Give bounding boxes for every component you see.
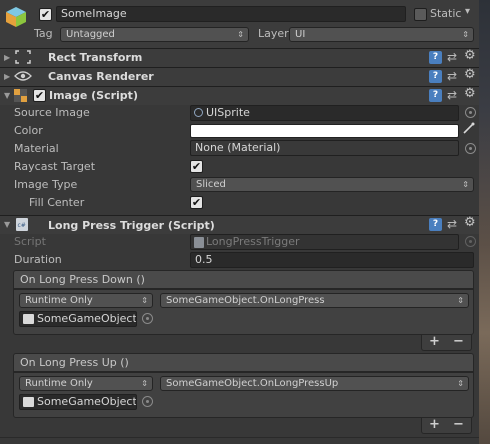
gear-icon[interactable]: ⚙: [464, 87, 476, 101]
runtime-mode-dropdown[interactable]: Runtime Only ⇕: [19, 376, 153, 391]
script-value: LongPressTrigger: [206, 235, 300, 248]
duration-label: Duration: [14, 253, 62, 266]
preset-icon[interactable]: ⇄: [447, 50, 457, 64]
image-type-value: Sliced: [196, 179, 226, 190]
gameobject-icon: [23, 314, 34, 324]
static-dropdown-icon[interactable]: ▾: [465, 6, 470, 17]
popup-arrow-icon: ⇕: [237, 30, 244, 39]
runtime-mode-dropdown[interactable]: Runtime Only ⇕: [19, 293, 153, 308]
script-file-icon: [194, 237, 204, 248]
help-icon[interactable]: ?: [429, 70, 442, 83]
popup-arrow-icon: ⇕: [141, 296, 148, 305]
tag-dropdown[interactable]: Untagged ⇕: [60, 27, 249, 42]
material-label: Material: [14, 142, 59, 155]
eye-icon: [14, 70, 32, 82]
on-long-press-up-title: On Long Press Up (): [20, 356, 129, 369]
raycast-target-label: Raycast Target: [14, 160, 96, 173]
layer-dropdown[interactable]: UI ⇕: [289, 27, 474, 42]
fold-closed-icon[interactable]: ▶: [4, 72, 10, 81]
function-value: SomeGameObject.OnLongPress: [166, 295, 325, 306]
color-field[interactable]: [190, 124, 459, 138]
script-label: Script: [14, 235, 46, 248]
object-picker-icon[interactable]: [142, 396, 153, 407]
help-icon[interactable]: ?: [429, 51, 442, 64]
runtime-mode-value: Runtime Only: [25, 295, 93, 306]
active-checkbox[interactable]: ✔: [39, 8, 52, 21]
gear-icon[interactable]: ⚙: [464, 216, 476, 230]
help-icon[interactable]: ?: [429, 89, 442, 102]
target-object-field[interactable]: SomeGameObject (: [19, 394, 137, 410]
fill-center-checkbox[interactable]: ✔: [190, 196, 203, 209]
target-object-field[interactable]: SomeGameObject (: [19, 311, 137, 327]
tag-label: Tag: [34, 27, 53, 40]
image-enabled-checkbox[interactable]: ✔: [33, 89, 46, 102]
help-icon[interactable]: ?: [429, 218, 442, 231]
object-picker-icon[interactable]: [142, 313, 153, 324]
object-picker-icon: [465, 236, 476, 247]
image-component-icon: [14, 89, 27, 102]
eyedropper-icon[interactable]: [463, 122, 475, 137]
target-object-value: SomeGameObject (: [37, 395, 137, 408]
layer-label: Layer: [258, 27, 289, 40]
runtime-mode-value: Runtime Only: [25, 378, 93, 389]
long-press-title: Long Press Trigger (Script): [48, 219, 215, 232]
gear-icon[interactable]: ⚙: [464, 49, 476, 63]
canvas-renderer-title: Canvas Renderer: [48, 70, 154, 83]
add-listener-button[interactable]: +: [424, 418, 445, 433]
source-image-label: Source Image: [14, 106, 90, 119]
rect-transform-icon: [15, 50, 31, 64]
script-field: LongPressTrigger: [190, 234, 459, 250]
svg-text:c#: c#: [18, 222, 26, 229]
popup-arrow-icon: ⇕: [462, 30, 469, 39]
remove-listener-button[interactable]: −: [448, 418, 469, 433]
gameobject-icon: [23, 397, 34, 407]
tag-value: Untagged: [66, 29, 115, 40]
function-dropdown[interactable]: SomeGameObject.OnLongPress ⇕: [160, 293, 469, 308]
object-name-field[interactable]: SomeImage: [56, 6, 406, 22]
fold-closed-icon[interactable]: ▶: [4, 53, 10, 62]
popup-arrow-icon: ⇕: [462, 180, 469, 189]
static-label: Static: [430, 7, 462, 20]
object-picker-icon[interactable]: [465, 143, 476, 154]
popup-arrow-icon: ⇕: [457, 296, 464, 305]
fold-open-icon[interactable]: ▼: [4, 91, 10, 100]
bottom-divider: [0, 437, 479, 438]
popup-arrow-icon: ⇕: [141, 379, 148, 388]
target-object-value: SomeGameObject (: [37, 312, 137, 325]
function-dropdown[interactable]: SomeGameObject.OnLongPressUp ⇕: [160, 376, 469, 391]
material-field[interactable]: None (Material): [190, 140, 459, 156]
fill-center-label: Fill Center: [29, 196, 85, 209]
popup-arrow-icon: ⇕: [457, 379, 464, 388]
duration-field[interactable]: 0.5: [190, 252, 474, 268]
preset-icon[interactable]: ⇄: [447, 217, 457, 231]
preset-icon[interactable]: ⇄: [447, 88, 457, 102]
background-strip: [479, 0, 490, 444]
rect-transform-title: Rect Transform: [48, 51, 143, 64]
source-image-value: UISprite: [206, 106, 250, 119]
raycast-target-checkbox[interactable]: ✔: [190, 160, 203, 173]
source-image-field[interactable]: UISprite: [190, 105, 459, 121]
image-type-dropdown[interactable]: Sliced ⇕: [190, 177, 474, 192]
fold-open-icon[interactable]: ▼: [4, 220, 10, 229]
object-picker-icon[interactable]: [465, 107, 476, 118]
gear-icon[interactable]: ⚙: [464, 68, 476, 82]
layer-value: UI: [295, 29, 306, 40]
image-type-label: Image Type: [14, 178, 78, 191]
script-icon: c#: [16, 218, 28, 231]
sprite-icon: [194, 108, 203, 117]
remove-listener-button[interactable]: −: [448, 335, 469, 350]
preset-icon[interactable]: ⇄: [447, 69, 457, 83]
image-title: Image (Script): [49, 89, 138, 102]
on-long-press-down-title: On Long Press Down (): [20, 273, 145, 286]
add-listener-button[interactable]: +: [424, 335, 445, 350]
static-checkbox[interactable]: [414, 8, 427, 21]
function-value: SomeGameObject.OnLongPressUp: [166, 378, 339, 389]
gameobject-cube-icon: [5, 6, 27, 28]
color-label: Color: [14, 124, 43, 137]
